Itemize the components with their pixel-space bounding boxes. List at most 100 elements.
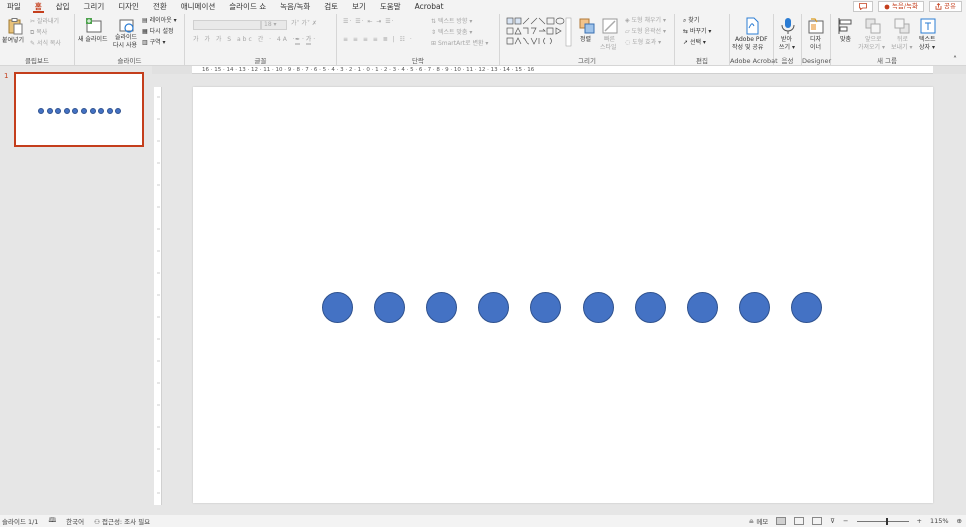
language-indicator[interactable]: 한국어 (66, 516, 84, 526)
fit-slide-icon[interactable]: ⊕ (957, 517, 962, 525)
circle-shape[interactable] (738, 292, 770, 323)
bring-forward-line1[interactable]: 앞으로 (865, 36, 882, 44)
zoom-out-button[interactable]: − (843, 517, 848, 525)
tab-acrobat[interactable]: Acrobat (408, 0, 451, 14)
font-grow-shrink-buttons[interactable]: 가˄ 가˅ ✗ (291, 20, 317, 28)
section-button[interactable]: ▥ 구역 ▾ (142, 39, 166, 47)
normal-view-button[interactable] (776, 517, 787, 525)
accessibility-status[interactable]: ⚇ 접근성: 조사 필요 (94, 516, 150, 526)
zoom-slider-knob[interactable] (885, 517, 888, 525)
circle-shape[interactable] (530, 292, 562, 323)
quick-styles-icon (602, 18, 618, 34)
collapse-ribbon-icon[interactable]: ˄ (953, 56, 957, 64)
format-painter-button[interactable]: ✎ 서식 복사 (30, 40, 61, 48)
record-button[interactable]: 녹음/녹화 (877, 1, 925, 12)
slide-canvas[interactable] (193, 87, 933, 503)
new-slide-button[interactable]: 새 슬라이드 (78, 36, 108, 44)
adobe-pdf-line1[interactable]: Adobe PDF (735, 36, 768, 44)
shape-outline-button[interactable]: ▱ 도형 윤곽선 ▾ (625, 28, 666, 36)
circle-shape[interactable] (790, 292, 822, 323)
align-buttons[interactable]: ≡ ≡ ≡ ≡ ≣ | ☷ · (343, 36, 413, 44)
textbox-line2[interactable]: 상자 ▾ (919, 44, 935, 52)
circle-shape[interactable] (634, 292, 666, 323)
cut-button[interactable]: ✂ 잘라내기 (30, 18, 59, 26)
font-group-label: 글꼴 (254, 57, 267, 65)
circle-shape[interactable] (322, 292, 353, 323)
editing-group: ⌕ 찾기 ⇆ 바꾸기 ▾ ➚ 선택 ▾ 편집 (675, 14, 730, 66)
dictate-line2[interactable]: 쓰기 ▾ (779, 44, 795, 52)
slide-sorter-view-button[interactable] (794, 517, 805, 525)
zoom-in-button[interactable]: + (917, 517, 922, 525)
smartart-button[interactable]: ⊞ SmartArt로 변환 ▾ (431, 40, 488, 48)
list-buttons[interactable]: ☰· ☰· ⇤ ⇥ ☰· (343, 18, 395, 26)
thumbnail-circle (63, 108, 70, 114)
tab-animations[interactable]: 애니메이션 (174, 0, 223, 14)
reuse-slide-line1[interactable]: 슬라이드 (115, 34, 137, 42)
designer-line1[interactable]: 디자 (810, 36, 821, 44)
shapes-gallery[interactable] (506, 17, 572, 47)
tab-slideshow[interactable]: 슬라이드 쇼 (222, 0, 273, 14)
align-button[interactable]: 맞춤 (840, 36, 851, 44)
share-button[interactable]: 공유 (929, 1, 962, 12)
notes-button[interactable]: ≘ 메모 (749, 516, 768, 526)
clipboard-group: 붙여넣기 ✂ 잘라내기 ⧉ 복사 ✎ 서식 복사 클립보드 (0, 14, 75, 66)
layout-button[interactable]: ▤ 레이아웃 ▾ (142, 17, 177, 25)
circle-shape[interactable] (686, 292, 718, 323)
circle-shape[interactable] (374, 292, 406, 323)
slide-info: 슬라이드 1/1 (2, 518, 39, 526)
tab-design[interactable]: 디자인 (111, 0, 146, 14)
font-name-combo[interactable] (193, 20, 261, 30)
tab-draw[interactable]: 그리기 (77, 0, 112, 14)
align-text-button[interactable]: ⇕ 텍스트 맞춤 ▾ (431, 29, 472, 37)
slideshow-view-button[interactable]: ⊽ (830, 517, 835, 525)
tab-file[interactable]: 파일 (0, 0, 28, 14)
textbox-line1[interactable]: 텍스트 (919, 36, 936, 44)
highlight-icon: ✒ (295, 36, 301, 45)
send-backward-line2[interactable]: 보내기 ▾ (891, 44, 912, 52)
designer-line2[interactable]: 이너 (810, 44, 821, 52)
bring-forward-line2[interactable]: 가져오기 ▾ (858, 44, 885, 52)
designer-group: 디자 이너 Designer (802, 14, 831, 66)
replace-button[interactable]: ⇆ 바꾸기 ▾ (683, 28, 711, 36)
tab-record[interactable]: 녹음/녹화 (273, 0, 317, 14)
quick-styles-line1[interactable]: 빠른 (604, 36, 615, 44)
tab-transitions[interactable]: 전환 (146, 0, 174, 14)
tab-insert[interactable]: 삽입 (49, 0, 77, 14)
tab-home[interactable]: 홈 (28, 0, 49, 14)
acrobat-group-label: Adobe Acrobat (730, 57, 778, 65)
paste-button[interactable]: 붙여넣기 (2, 37, 24, 45)
tab-view[interactable]: 보기 (345, 0, 373, 14)
font-size-combo[interactable]: 18 ▾ (261, 20, 287, 30)
text-direction-button[interactable]: ⇅ 텍스트 방향 ▾ (431, 18, 472, 26)
dictate-line1[interactable]: 받아 (781, 36, 792, 44)
paragraph-group-label: 단락 (412, 57, 424, 65)
font-color-icon: 가 (305, 36, 312, 45)
circle-shape[interactable] (426, 292, 458, 323)
adobe-pdf-line2[interactable]: 작성 및 공유 (732, 44, 763, 52)
font-color-buttons[interactable]: ✒ · 가 · (295, 36, 315, 45)
quick-styles-line2[interactable]: 스타일 (600, 44, 617, 52)
spellcheck-icon[interactable]: 🕮 (48, 516, 56, 527)
share-label: 공유 (944, 2, 956, 10)
zoom-level[interactable]: 115% (930, 517, 949, 525)
find-button[interactable]: ⌕ 찾기 (683, 17, 699, 25)
thumbnail-circle (106, 108, 113, 114)
zoom-slider[interactable] (856, 517, 909, 525)
arrange-button[interactable]: 정렬 (580, 36, 591, 44)
slide-thumbnail[interactable] (14, 72, 144, 147)
reuse-slide-line2[interactable]: 다시 사용 (113, 42, 137, 50)
circle-shape[interactable] (478, 292, 510, 323)
send-backward-line1[interactable]: 뒤로 (897, 36, 908, 44)
font-style-buttons[interactable]: 가 가 가 S abc 간 · 4A · (193, 36, 297, 44)
clear-format-icon: ✗ (311, 20, 317, 27)
tab-review[interactable]: 검토 (317, 0, 345, 14)
shape-effects-button[interactable]: ◌ 도형 효과 ▾ (625, 39, 661, 47)
tab-help[interactable]: 도움말 (373, 0, 408, 14)
shape-fill-button[interactable]: ◈ 도형 채우기 ▾ (625, 17, 666, 25)
select-button[interactable]: ➚ 선택 ▾ (683, 39, 706, 47)
copy-button[interactable]: ⧉ 복사 (30, 29, 47, 37)
comment-button[interactable] (852, 1, 873, 12)
reset-button[interactable]: ▦ 다시 설정 (142, 28, 174, 36)
reading-view-button[interactable] (812, 517, 823, 525)
circle-shape[interactable] (582, 292, 614, 323)
